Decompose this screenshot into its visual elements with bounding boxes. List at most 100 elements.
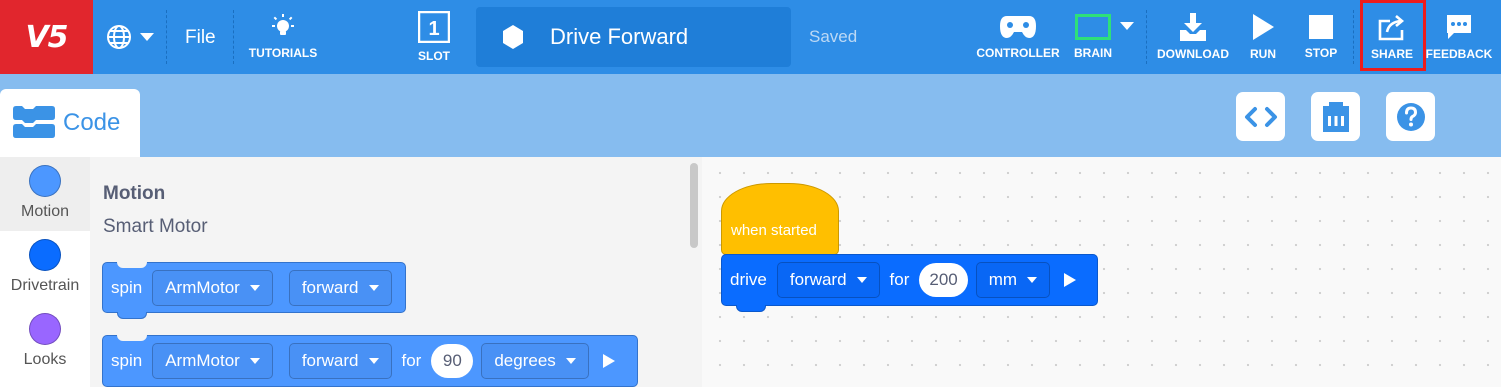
when-started-block[interactable]: when started [721, 183, 839, 255]
controller-label: CONTROLLER [976, 46, 1060, 60]
tutorials-button[interactable]: TUTORIALS [244, 0, 322, 74]
distance-input[interactable]: 200 [919, 263, 968, 297]
download-label: DOWNLOAD [1157, 47, 1229, 61]
when-started-label: when started [731, 222, 817, 239]
stop-button[interactable]: STOP [1298, 0, 1344, 74]
run-button[interactable]: RUN [1240, 0, 1286, 74]
unit-value: mm [988, 270, 1018, 289]
category-motion[interactable]: Motion [0, 157, 90, 231]
direction-value: forward [301, 277, 359, 297]
caret-down-icon [368, 358, 379, 364]
download-icon [1180, 13, 1206, 41]
brain-icon [1075, 14, 1111, 40]
tab-code[interactable]: Code [0, 89, 140, 157]
divider [1146, 10, 1147, 64]
feedback-button[interactable]: FEEDBACK [1426, 0, 1492, 74]
code-viewer-button[interactable] [1236, 92, 1285, 141]
language-menu[interactable] [106, 24, 154, 50]
degrees-input[interactable]: 90 [431, 344, 474, 378]
chevron-down-icon [140, 33, 154, 41]
category-label: Motion [20, 203, 70, 220]
divider [233, 10, 234, 64]
divider [1353, 10, 1354, 64]
motor-dropdown[interactable]: ArmMotor [152, 269, 273, 306]
devices-button[interactable] [1311, 92, 1360, 141]
category-menu: Motion Drivetrain Looks [0, 157, 90, 387]
motor-value: ArmMotor [165, 351, 240, 370]
code-brackets-icon [1244, 106, 1277, 127]
for-word: for [889, 270, 910, 289]
project-title-field[interactable]: Drive Forward [476, 7, 791, 67]
run-label: RUN [1250, 47, 1276, 61]
controller-button[interactable]: CONTROLLER [975, 0, 1061, 74]
project-title: Drive Forward [550, 24, 689, 49]
category-label: Drivetrain [10, 277, 80, 294]
direction-value: forward [789, 270, 847, 289]
spin-block[interactable]: spin ArmMotor forward [102, 262, 406, 319]
help-icon [1396, 102, 1425, 131]
spin-word: spin [111, 277, 143, 297]
category-looks[interactable]: Looks [0, 305, 90, 379]
spin-word: spin [111, 351, 143, 370]
brain-dropdown-chevron-icon[interactable] [1120, 22, 1134, 30]
direction-value: forward [301, 351, 359, 370]
direction-dropdown[interactable]: forward [776, 262, 880, 298]
brain-button[interactable]: BRAIN [1070, 0, 1116, 74]
caret-down-icon [249, 284, 260, 291]
block-notch [736, 305, 766, 312]
motor-dropdown[interactable]: ArmMotor [152, 343, 273, 379]
tab-code-label: Code [63, 109, 121, 136]
palette-scrollbar[interactable] [690, 163, 698, 248]
caret-down-icon [249, 358, 260, 364]
download-button[interactable]: DOWNLOAD [1152, 0, 1234, 74]
direction-dropdown[interactable]: forward [288, 343, 392, 379]
share-highlight-box [1360, 0, 1426, 71]
device-port-icon [1322, 101, 1349, 132]
gamepad-icon [1000, 16, 1036, 38]
feedback-label: FEEDBACK [1425, 47, 1493, 61]
slot-icon: 1 [418, 11, 450, 43]
feedback-icon [1447, 15, 1471, 39]
unit-dropdown[interactable]: degrees [481, 343, 589, 379]
code-blocks-icon [13, 106, 55, 138]
palette-heading: Motion [103, 183, 166, 204]
stop-icon [1309, 15, 1333, 39]
unit-dropdown[interactable]: mm [975, 262, 1051, 298]
top-toolbar: V5 File TUTORIALS 1 SLOT Drive Forward S… [0, 0, 1501, 74]
category-drivetrain[interactable]: Drivetrain [0, 231, 90, 305]
vex-logo[interactable]: V5 [0, 0, 93, 74]
stop-label: STOP [1304, 46, 1338, 60]
file-menu[interactable]: File [185, 27, 216, 49]
block-notch [117, 262, 147, 268]
palette-subheading: Smart Motor [103, 216, 208, 237]
direction-dropdown[interactable]: forward [288, 269, 392, 306]
lightbulb-icon [272, 14, 294, 35]
category-label: Looks [23, 351, 67, 368]
slot-button[interactable]: 1 SLOT [404, 0, 464, 74]
slot-number: 1 [428, 18, 439, 40]
looks-dot-icon [29, 313, 61, 345]
block-notch [117, 335, 147, 341]
play-block-icon[interactable] [602, 354, 615, 368]
caret-down-icon [565, 358, 576, 364]
slot-label: SLOT [418, 49, 450, 63]
help-button[interactable] [1386, 92, 1435, 141]
drive-for-block[interactable]: drive forward for 200 mm [721, 254, 1098, 312]
tutorials-label: TUTORIALS [248, 46, 318, 60]
caret-down-icon [1027, 277, 1038, 283]
spin-for-block[interactable]: spin ArmMotor forward for 90 degrees [102, 335, 638, 387]
divider [166, 10, 167, 64]
play-icon [1253, 14, 1274, 40]
drive-word: drive [730, 270, 767, 289]
caret-down-icon [856, 277, 867, 283]
motor-value: ArmMotor [165, 277, 240, 297]
save-status: Saved [809, 27, 858, 46]
logo-text: V5 [25, 19, 68, 55]
hexagon-icon [503, 25, 523, 49]
motion-dot-icon [29, 165, 61, 197]
play-block-icon[interactable] [1064, 273, 1077, 287]
globe-icon [107, 25, 131, 49]
block-notch [117, 312, 147, 319]
unit-value: degrees [494, 351, 556, 370]
drivetrain-dot-icon [29, 239, 61, 271]
